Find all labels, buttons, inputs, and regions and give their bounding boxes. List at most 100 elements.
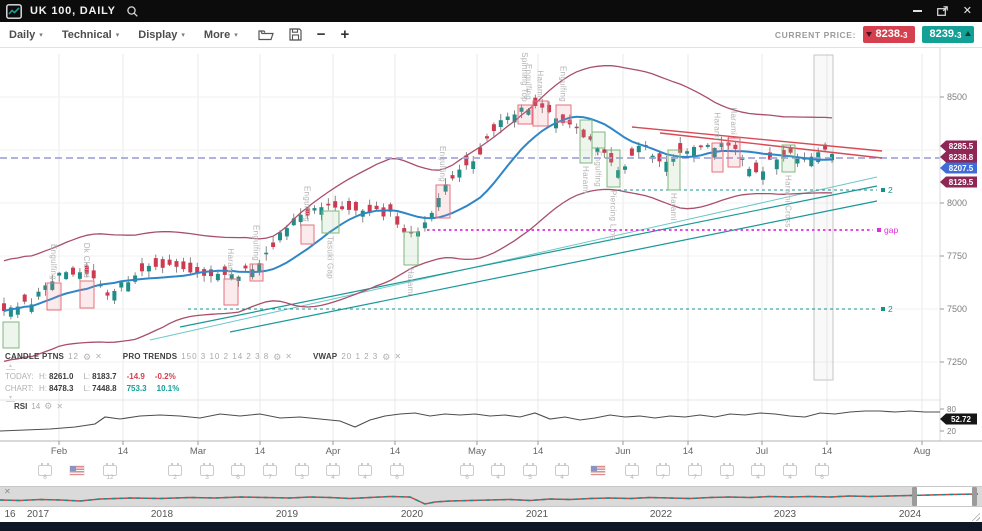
indicator-rsi: RSI 14 ⚙ ✕ — [14, 402, 63, 411]
svg-text:2: 2 — [888, 304, 893, 314]
price-up-arrow-icon — [965, 31, 971, 36]
pattern-box-engulfing — [250, 264, 263, 281]
gear-icon[interactable]: ⚙ — [273, 353, 281, 362]
remove-indicator-icon[interactable]: ✕ — [56, 403, 63, 411]
year-label: 2018 — [151, 509, 173, 520]
svg-text:Dk Cloud: Dk Cloud — [82, 243, 91, 278]
save-icon[interactable] — [289, 28, 302, 41]
year-label: 2023 — [774, 509, 796, 520]
indicator-legend: CANDLE PTNS 12 ⚙ ✕ PRO TRENDS 150 3 10 2… — [5, 352, 417, 404]
svg-text:Engulfing: Engulfing — [49, 244, 58, 280]
chevron-down-icon: ▾ — [116, 31, 120, 39]
svg-text:Mar: Mar — [190, 446, 206, 457]
calendar-event-icon[interactable]: 4 — [326, 465, 340, 476]
current-price-label: CURRENT PRICE: — [775, 30, 856, 40]
economic-events-row: 6 12 2 3 6 7 3 4 4 6 6 4 5 4 4 7 7 3 4 4 6 — [0, 464, 982, 478]
calendar-event-icon[interactable]: 6 — [815, 465, 829, 476]
calendar-event-icon[interactable]: 4 — [358, 465, 372, 476]
calendar-event-icon[interactable]: 4 — [625, 465, 639, 476]
calendar-event-icon[interactable]: 6 — [460, 465, 474, 476]
calendar-event-icon[interactable]: 5 — [523, 465, 537, 476]
svg-text:14: 14 — [822, 446, 833, 457]
navigator-handle-left[interactable] — [912, 487, 917, 506]
navigator-close-icon[interactable]: ✕ — [4, 488, 11, 496]
svg-text:Harami: Harami — [226, 248, 235, 276]
year-label: 16 — [4, 509, 15, 520]
technical-menu[interactable]: Technical ▾ — [62, 29, 119, 41]
remove-indicator-icon[interactable]: ✕ — [394, 353, 401, 361]
gear-icon[interactable]: ⚙ — [83, 353, 91, 362]
svg-text:20: 20 — [947, 427, 956, 436]
svg-text:8129.5: 8129.5 — [949, 178, 974, 187]
calendar-event-icon[interactable]: 12 — [103, 465, 117, 476]
svg-text:Harami: Harami — [729, 107, 738, 135]
svg-text:8000: 8000 — [947, 198, 967, 208]
calendar-event-icon[interactable]: 2 — [168, 465, 182, 476]
calendar-event-icon[interactable]: 6 — [231, 465, 245, 476]
pattern-box-spinning-top — [518, 105, 532, 124]
svg-text:Tasuki Gap: Tasuki Gap — [326, 236, 335, 279]
sell-price-badge[interactable]: 8238.3 — [863, 26, 915, 43]
svg-text:14: 14 — [118, 446, 129, 457]
svg-text:May: May — [468, 446, 486, 457]
calendar-event-icon[interactable]: 4 — [491, 465, 505, 476]
minimize-button[interactable] — [913, 10, 922, 12]
svg-text:Harami: Harami — [713, 112, 722, 140]
calendar-event-icon[interactable]: 3 — [720, 465, 734, 476]
calendar-event-icon[interactable]: 3 — [295, 465, 309, 476]
pattern-box-engulfing — [556, 105, 571, 122]
calendar-event-icon[interactable]: 3 — [200, 465, 214, 476]
calendar-event-icon[interactable]: 6 — [390, 465, 404, 476]
svg-text:8238.8: 8238.8 — [949, 153, 974, 162]
svg-text:Jun: Jun — [615, 446, 630, 457]
pattern-box-engulfing — [301, 225, 314, 244]
year-label: 2017 — [27, 509, 49, 520]
svg-text:Engulfing: Engulfing — [252, 225, 261, 261]
open-folder-icon[interactable] — [258, 28, 274, 41]
calendar-event-icon[interactable]: 6 — [38, 465, 52, 476]
year-label: 2019 — [276, 509, 298, 520]
calendar-event-icon[interactable]: 7 — [656, 465, 670, 476]
pattern-box-tasuki-gap — [322, 211, 339, 233]
svg-text:14: 14 — [683, 446, 694, 457]
svg-text:80: 80 — [947, 405, 956, 414]
zoom-out-button[interactable]: − — [317, 27, 326, 42]
calendar-event-icon[interactable]: 4 — [783, 465, 797, 476]
timeframe-menu[interactable]: Daily ▾ — [9, 29, 43, 41]
pattern-box-unlabeled — [3, 322, 19, 348]
more-menu[interactable]: More ▾ — [204, 29, 238, 41]
navigator-price-line — [0, 487, 982, 506]
indicator-candle-ptns: CANDLE PTNS 12 ⚙ ✕ — [5, 352, 102, 362]
pattern-box-engulfing — [592, 132, 605, 148]
calendar-event-icon[interactable]: 4 — [555, 465, 569, 476]
svg-text:8285.5: 8285.5 — [949, 142, 974, 151]
svg-text:14: 14 — [533, 446, 544, 457]
chart-navigator[interactable]: ✕ — [0, 486, 982, 507]
zoom-in-button[interactable]: + — [340, 27, 349, 42]
calendar-event-icon[interactable]: 4 — [751, 465, 765, 476]
close-window-button[interactable]: ✕ — [963, 6, 972, 17]
collapse-panel-icon[interactable]: ▴ — [6, 364, 15, 370]
year-label: 2021 — [526, 509, 548, 520]
buy-price-badge[interactable]: 8239.3 — [922, 26, 974, 43]
display-menu[interactable]: Display ▾ — [138, 29, 185, 41]
svg-text:gap: gap — [884, 225, 898, 235]
svg-text:2: 2 — [888, 185, 893, 195]
calendar-event-icon[interactable]: 7 — [688, 465, 702, 476]
gear-icon[interactable]: ⚙ — [44, 402, 52, 411]
pattern-box-harami-cross — [782, 145, 795, 172]
navigator-selection-window[interactable] — [912, 487, 977, 506]
svg-text:Harami Cross: Harami Cross — [784, 175, 793, 228]
pattern-box-harami — [712, 143, 723, 172]
remove-indicator-icon[interactable]: ✕ — [95, 353, 102, 361]
navigator-handle-right[interactable] — [972, 487, 977, 506]
us-flag-event-icon[interactable] — [591, 466, 605, 475]
pattern-box-harami — [580, 120, 592, 163]
pattern-box-dk-cloud — [80, 281, 94, 308]
gear-icon[interactable]: ⚙ — [382, 353, 390, 362]
remove-indicator-icon[interactable]: ✕ — [285, 353, 292, 361]
popout-window-button[interactable] — [937, 6, 948, 16]
us-flag-event-icon[interactable] — [70, 466, 84, 475]
search-icon[interactable] — [126, 5, 139, 18]
calendar-event-icon[interactable]: 7 — [263, 465, 277, 476]
